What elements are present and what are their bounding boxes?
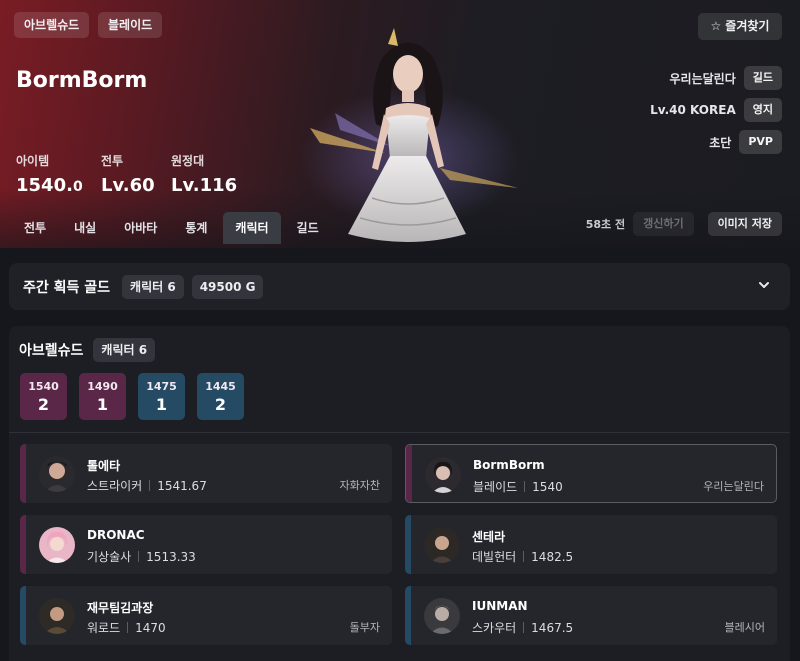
- last-updated: 58초 전: [585, 218, 626, 231]
- tab-inner[interactable]: 내실: [62, 212, 108, 244]
- character-level: 1470: [135, 620, 166, 635]
- avatar: [425, 457, 461, 493]
- character-guild: 블레시어: [724, 621, 765, 634]
- character-name: BormBorm: [473, 458, 545, 472]
- level-box[interactable]: 1490 1: [79, 373, 126, 420]
- pvp-info: 초단 PVP: [709, 130, 782, 154]
- avatar: [39, 598, 75, 634]
- star-icon: ☆: [710, 19, 722, 33]
- level-stripe: [20, 444, 26, 503]
- character-class: 스트라이커: [87, 479, 143, 493]
- character-name: 톨에타: [87, 459, 121, 473]
- level-box[interactable]: 1445 2: [197, 373, 244, 420]
- stat-value: 1540.0: [16, 175, 83, 196]
- estate-pill: 영지: [743, 98, 782, 122]
- avatar: [39, 456, 75, 492]
- estate-info: Lv.40 KOREA 영지: [650, 98, 782, 122]
- pvp-pill: PVP: [739, 130, 782, 154]
- character-class: 데빌헌터: [472, 550, 517, 564]
- estate-name: Lv.40 KOREA: [650, 103, 736, 117]
- refresh-button[interactable]: 갱신하기: [633, 212, 694, 236]
- stat-label: 전투: [101, 154, 124, 168]
- character-meta: 블레이드 1540: [473, 478, 563, 495]
- avatar: [39, 527, 75, 563]
- character-guild: 우리는달린다: [703, 480, 764, 493]
- tab-combat[interactable]: 전투: [12, 212, 58, 244]
- character-class: 워로드: [87, 621, 121, 635]
- character-name: 센테라: [472, 530, 506, 544]
- character-level: 1482.5: [531, 549, 574, 564]
- favorite-button[interactable]: ☆ 즐겨찾기: [698, 13, 782, 40]
- refresh-area: 58초 전 갱신하기 이미지 저장: [586, 212, 782, 236]
- tab-avatar[interactable]: 아바타: [112, 212, 169, 244]
- server-name: 아브렐슈드: [19, 343, 84, 359]
- gold-amount: 49500 G: [191, 274, 264, 299]
- server-tag[interactable]: 아브렐슈드: [14, 12, 90, 38]
- pvp-rank: 초단: [709, 135, 732, 150]
- favorite-label: 즐겨찾기: [725, 19, 770, 33]
- guild-name: 우리는달린다: [669, 71, 736, 86]
- level-box[interactable]: 1475 1: [138, 373, 185, 420]
- character-name: BormBorm: [16, 68, 148, 93]
- character-card[interactable]: BormBorm 블레이드 1540 우리는달린다: [405, 444, 777, 503]
- level-stripe: [20, 586, 26, 645]
- stat-combat-level: 전투 Lv.60: [101, 152, 155, 196]
- avatar: [424, 527, 460, 563]
- character-class: 스카우터: [472, 621, 517, 635]
- character-card[interactable]: 센테라 데빌헌터 1482.5: [405, 515, 777, 574]
- character-level: 1467.5: [531, 620, 574, 635]
- character-level: 1513.33: [146, 549, 196, 564]
- tab-stats[interactable]: 통계: [173, 212, 219, 244]
- character-card[interactable]: 재무팀김과장 워로드 1470 돌부자: [20, 586, 392, 645]
- weekly-gold-title: 주간 획득 골드: [23, 279, 111, 296]
- guild-info: 우리는달린다 길드: [669, 66, 782, 90]
- character-class: 기상술사: [87, 550, 132, 564]
- level-stripe: [20, 515, 26, 574]
- stat-roster-level: 원정대 Lv.116: [171, 152, 237, 196]
- chevron-down-icon[interactable]: [756, 277, 772, 293]
- level-stripe: [405, 515, 411, 574]
- weekly-gold-panel[interactable]: 주간 획득 골드 캐릭터 6 49500 G: [9, 263, 790, 310]
- character-meta: 스트라이커 1541.67: [87, 477, 207, 494]
- character-card[interactable]: IUNMAN 스카우터 1467.5 블레시어: [405, 586, 777, 645]
- server-character-count: 캐릭터 6: [93, 338, 156, 362]
- character-class: 블레이드: [473, 480, 518, 494]
- character-name: IUNMAN: [472, 599, 528, 613]
- character-meta: 데빌헌터 1482.5: [472, 548, 573, 565]
- level-box[interactable]: 1540 2: [20, 373, 67, 420]
- character-guild: 자화자찬: [339, 479, 380, 492]
- character-level: 1540: [532, 479, 563, 494]
- character-name: 재무팀김과장: [87, 601, 154, 615]
- character-meta: 기상술사 1513.33: [87, 548, 196, 565]
- character-card[interactable]: 톨에타 스트라이커 1541.67 자화자찬: [20, 444, 392, 503]
- stat-label: 아이템: [16, 154, 50, 168]
- character-guild: 돌부자: [349, 621, 380, 634]
- server-character-panel: 아브렐슈드 캐릭터 6 1540 2 1490 1 1475 1 1445 2 …: [9, 326, 790, 661]
- stat-item-level: 아이템 1540.0: [16, 152, 83, 196]
- level-summary: 1540 2 1490 1 1475 1 1445 2: [20, 373, 244, 420]
- profile-header: 아브렐슈드 블레이드 ☆ 즐겨찾기 BormBorm 아이템 1540.0 전투 …: [0, 0, 800, 248]
- stat-label: 원정대: [171, 154, 205, 168]
- avatar: [424, 598, 460, 634]
- tab-guild[interactable]: 길드: [285, 212, 331, 244]
- divider: [9, 432, 790, 433]
- level-stripe: [405, 586, 411, 645]
- tab-characters[interactable]: 캐릭터: [223, 212, 281, 244]
- level-stripe: [406, 445, 412, 502]
- profile-tabs: 전투 내실 아바타 통계 캐릭터 길드: [12, 212, 331, 244]
- gold-character-count: 캐릭터 6: [122, 274, 184, 299]
- stat-value: Lv.116: [171, 175, 238, 196]
- save-image-button[interactable]: 이미지 저장: [707, 212, 782, 236]
- character-name: DRONAC: [87, 528, 145, 542]
- character-level: 1541.67: [157, 478, 207, 493]
- character-card[interactable]: DRONAC 기상술사 1513.33: [20, 515, 392, 574]
- character-meta: 워로드 1470: [87, 619, 166, 636]
- guild-pill: 길드: [743, 66, 782, 90]
- server-header: 아브렐슈드 캐릭터 6: [19, 338, 163, 362]
- character-meta: 스카우터 1467.5: [472, 619, 573, 636]
- stat-value: Lv.60: [101, 175, 155, 196]
- class-tag[interactable]: 블레이드: [98, 12, 163, 38]
